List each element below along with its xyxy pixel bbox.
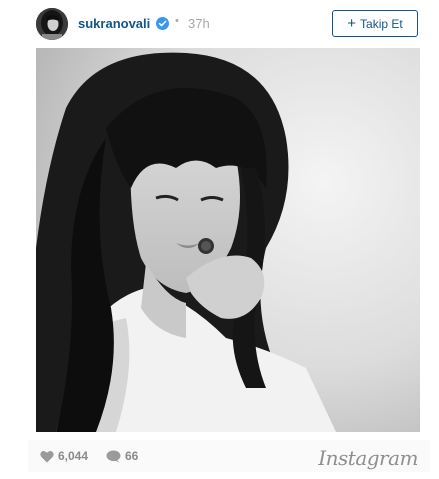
follow-button-label: Takip Et (360, 16, 403, 31)
comment-bubble-icon (106, 450, 121, 463)
follow-button[interactable]: + Takip Et (332, 10, 418, 37)
username-link[interactable]: sukranovali (78, 16, 150, 31)
post-header: sukranovali • 37h + Takip Et (0, 0, 439, 48)
comments-count[interactable]: 66 (106, 449, 138, 463)
plus-icon: + (347, 14, 357, 32)
avatar-image (36, 8, 68, 40)
post-footer: 6,044 66 Instagram (28, 440, 430, 472)
post-photo[interactable] (36, 48, 420, 432)
likes-value: 6,044 (58, 449, 89, 463)
instagram-logo[interactable]: Instagram (318, 446, 418, 470)
verified-badge-icon (156, 17, 169, 30)
separator-dot: • (175, 15, 179, 27)
heart-icon (40, 450, 54, 462)
comments-value: 66 (125, 449, 139, 463)
post-time[interactable]: 37h (188, 16, 210, 31)
likes-count[interactable]: 6,044 (40, 449, 88, 463)
avatar[interactable] (36, 8, 68, 40)
post-photo-image (36, 48, 420, 432)
